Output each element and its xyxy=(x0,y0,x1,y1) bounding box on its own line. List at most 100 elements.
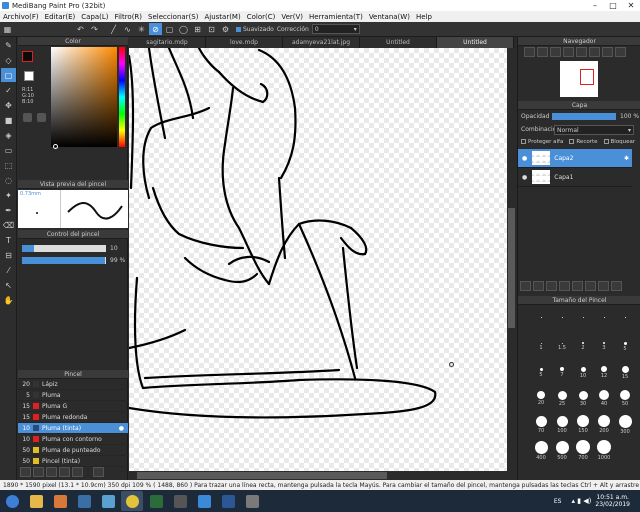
layer-row-capa2[interactable]: ● Capa2 ✱ xyxy=(518,149,632,168)
rotate-left-icon[interactable] xyxy=(576,47,587,57)
menu-filtro[interactable]: Filtro(R) xyxy=(112,13,145,21)
brush-settings-icon[interactable] xyxy=(33,467,44,477)
select-eraser-icon[interactable]: ⌫ xyxy=(1,218,16,232)
brush-size-option[interactable]: 5 xyxy=(616,336,634,352)
brush-size-option[interactable]: 500 xyxy=(553,440,571,461)
navigator-viewport[interactable] xyxy=(580,69,594,85)
navigator-thumbnail[interactable] xyxy=(560,61,598,97)
saturation-value-picker[interactable] xyxy=(51,47,117,147)
brush-size-option[interactable]: 10 xyxy=(574,362,592,379)
perspective-snap-icon[interactable]: ⊞ xyxy=(191,23,204,35)
flip-icon[interactable] xyxy=(602,47,613,57)
brush-size-option[interactable]: 25 xyxy=(553,388,571,407)
color-picker-cursor[interactable] xyxy=(53,144,58,149)
pen-tool-icon[interactable]: ✓ xyxy=(1,83,16,97)
brush-size-option[interactable]: 700 xyxy=(574,440,592,461)
brush-size-option[interactable] xyxy=(532,310,550,318)
tab-untitled-2[interactable]: Untitled xyxy=(437,37,514,48)
eraser-tool-icon[interactable]: ◇ xyxy=(1,53,16,67)
tab-untitled-1[interactable]: Untitled xyxy=(360,37,437,48)
brush-tool-icon[interactable]: ✎ xyxy=(1,38,16,52)
layer-opacity-slider[interactable] xyxy=(552,113,616,120)
brush-size-option[interactable]: 15 xyxy=(616,362,634,380)
eyedropper-tool-icon[interactable]: ⁄ xyxy=(1,263,16,277)
horizontal-scroll-thumb[interactable] xyxy=(137,472,387,479)
layer-down-icon[interactable] xyxy=(598,281,609,291)
brush-size-option[interactable] xyxy=(616,310,634,318)
delete-layer-icon[interactable] xyxy=(611,281,622,291)
tray-icons[interactable]: ▴ ▮ ◀) xyxy=(571,497,591,505)
add-brush-icon[interactable] xyxy=(20,467,31,477)
layer-settings-icon[interactable]: ✱ xyxy=(624,155,629,162)
clip-checkbox[interactable] xyxy=(569,139,575,144)
menu-editar[interactable]: Editar(E) xyxy=(42,13,79,21)
reset-icon[interactable] xyxy=(615,47,626,57)
tab-sagitario[interactable]: sagitario.mdp xyxy=(129,37,206,48)
protect-alpha-checkbox[interactable] xyxy=(521,139,526,144)
brush-size-option[interactable]: 100 xyxy=(553,414,571,434)
clip-option[interactable]: Recorte xyxy=(569,139,598,145)
vertical-scrollbar[interactable] xyxy=(507,48,516,471)
foreground-color-swatch[interactable] xyxy=(22,51,33,62)
operation-tool-icon[interactable]: ↖ xyxy=(1,278,16,292)
taskbar-explorer[interactable] xyxy=(25,491,47,511)
select-tool-icon[interactable]: ⬚ xyxy=(1,158,16,172)
menu-herramienta[interactable]: Herramienta(T) xyxy=(306,13,366,21)
color-settings-icon[interactable] xyxy=(37,113,46,122)
menu-capa[interactable]: Capa(L) xyxy=(78,13,111,21)
new-layer-8bit-icon[interactable] xyxy=(533,281,544,291)
lasso-tool-icon[interactable]: ◌ xyxy=(1,173,16,187)
brush-size-option[interactable]: 40 xyxy=(595,388,613,407)
actual-size-icon[interactable] xyxy=(563,47,574,57)
brush-size-option[interactable]: 20 xyxy=(532,388,550,406)
menu-ventana[interactable]: Ventana(W) xyxy=(366,13,413,21)
horizontal-scrollbar[interactable] xyxy=(129,471,507,480)
snap-off-icon[interactable]: ⊘ xyxy=(149,23,162,35)
vanish-snap-icon[interactable]: ⊡ xyxy=(205,23,218,35)
menu-seleccionar[interactable]: Seleccionar(S) xyxy=(145,13,201,21)
bucket-tool-icon[interactable]: ◈ xyxy=(1,128,16,142)
brush-down-icon[interactable] xyxy=(72,467,83,477)
zoom-in-icon[interactable] xyxy=(524,47,535,57)
smoothing-checkbox[interactable] xyxy=(236,26,241,32)
brush-size-option[interactable]: 5 xyxy=(532,362,550,378)
brush-opacity-slider[interactable] xyxy=(22,257,106,264)
move-tool-icon[interactable]: ✥ xyxy=(1,98,16,112)
menu-ver[interactable]: Ver(V) xyxy=(278,13,306,21)
maximize-button[interactable]: □ xyxy=(604,0,622,11)
brush-size-option[interactable]: 150 xyxy=(574,414,592,434)
taskbar-chrome[interactable] xyxy=(121,491,143,511)
undo-icon[interactable]: ↶ xyxy=(74,23,87,35)
brush-size-option[interactable]: 7 xyxy=(553,362,571,378)
line-snap-icon[interactable]: ╱ xyxy=(107,23,120,35)
zoom-out-icon[interactable] xyxy=(537,47,548,57)
tab-love[interactable]: love.mdp xyxy=(206,37,283,48)
brush-size-slider[interactable] xyxy=(22,245,106,252)
tab-adamyeva[interactable]: adamyeva21lat.jpg xyxy=(283,37,360,48)
brush-size-option[interactable]: 300 xyxy=(616,414,634,435)
rect-snap-icon[interactable]: ▢ xyxy=(163,23,176,35)
transparent-color-swatch[interactable] xyxy=(24,71,34,81)
circle-snap-icon[interactable]: ◯ xyxy=(177,23,190,35)
color-wheel-icon[interactable] xyxy=(23,113,32,122)
correction-select[interactable]: 0 ▾ xyxy=(311,24,360,34)
layer-row-capa1[interactable]: ● Capa1 xyxy=(518,168,632,187)
menu-color[interactable]: Color(C) xyxy=(244,13,279,21)
brush-size-option[interactable]: 200 xyxy=(595,414,613,434)
new-folder-icon[interactable] xyxy=(546,281,557,291)
lock-option[interactable]: Bloquear xyxy=(603,139,635,145)
redo-icon[interactable]: ↷ xyxy=(88,23,101,35)
brush-size-option[interactable]: 1.5 xyxy=(553,336,571,351)
eye-icon[interactable]: ● xyxy=(522,155,527,162)
text-tool-icon[interactable]: T xyxy=(1,233,16,247)
brush-copy-icon[interactable] xyxy=(46,467,57,477)
taskbar-app-3[interactable] xyxy=(145,491,167,511)
taskbar-app-2[interactable] xyxy=(97,491,119,511)
menu-ajustar[interactable]: Ajustar(M) xyxy=(201,13,243,21)
magic-wand-icon[interactable]: ✦ xyxy=(1,188,16,202)
merge-down-icon[interactable] xyxy=(572,281,583,291)
eye-icon[interactable]: ● xyxy=(522,174,527,181)
brush-up-icon[interactable] xyxy=(59,467,70,477)
brush-list-item[interactable]: 15 Pluma G xyxy=(18,401,128,412)
clock[interactable]: 10:51 a.m. 23/02/2019 xyxy=(595,494,630,508)
